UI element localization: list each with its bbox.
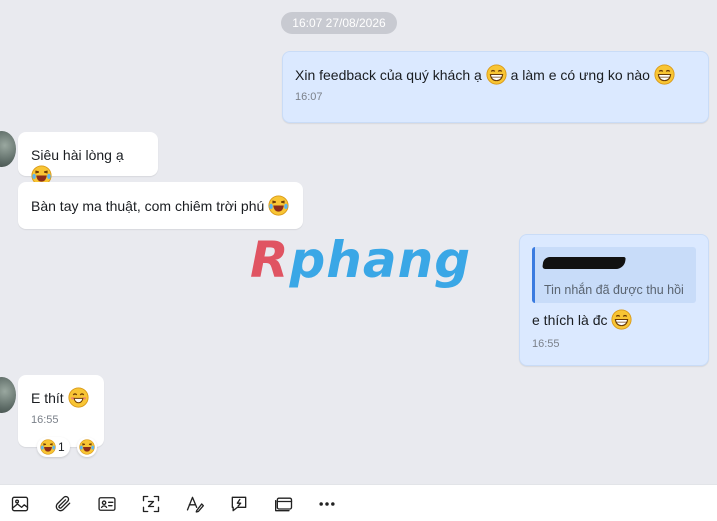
laughing-crying-emoji-icon [79,439,95,455]
message-time: 16:55 [31,413,59,426]
quoted-message[interactable]: Tin nhắn đã được thu hồi [532,247,696,303]
message-text-part1: Xin feedback của quý khách ạ [295,67,482,84]
blushing-grin-emoji-icon [68,387,89,408]
message-text-part2: a làm e có ưng ko nào [510,67,650,84]
image-icon[interactable] [9,493,31,515]
grinning-emoji-icon [654,64,675,85]
card-icon[interactable] [273,493,295,515]
avatar[interactable] [0,131,16,167]
incoming-message[interactable]: Bàn tay ma thuật, com chiêm trời phú [18,182,303,229]
reaction-badge[interactable]: 1 [37,437,70,457]
grinning-emoji-icon [486,64,507,85]
chat-message-area[interactable]: 16:07 27/08/2026 Xin feedback của quý kh… [0,0,717,484]
watermark-logo: Rphang [250,231,472,289]
laughing-crying-emoji-icon [40,439,56,455]
add-reaction-button[interactable] [77,437,97,457]
outgoing-message[interactable]: Xin feedback của quý khách ạ a làm e có … [282,51,709,123]
attachment-icon[interactable] [52,493,74,515]
message-time: 16:55 [532,337,560,350]
outgoing-reply-message[interactable]: Tin nhắn đã được thu hồi e thích là đc 1… [519,234,709,366]
incoming-message[interactable]: Siêu hài lòng ạ [18,132,158,186]
message-text: e thích là đc [532,312,608,329]
recalled-message-notice: Tin nhắn đã được thu hồi [544,283,684,297]
avatar[interactable] [0,377,16,413]
quick-reply-icon[interactable] [228,493,250,515]
composer-toolbar [0,484,717,521]
more-icon[interactable] [316,493,338,515]
reaction-count: 1 [58,440,65,454]
laughing-crying-emoji-icon [268,195,289,216]
message-text: E thít [31,390,64,407]
contact-card-icon[interactable] [96,493,118,515]
message-time: 16:07 [295,90,323,103]
sleep-timer-icon[interactable] [140,493,162,515]
text-format-icon[interactable] [184,493,206,515]
message-text: Bàn tay ma thuật, com chiêm trời phú [31,198,265,215]
message-text: Siêu hài lòng ạ [31,147,124,164]
grinning-emoji-icon [611,309,632,330]
redacted-sender-name [542,257,626,269]
date-divider: 16:07 27/08/2026 [281,12,397,34]
